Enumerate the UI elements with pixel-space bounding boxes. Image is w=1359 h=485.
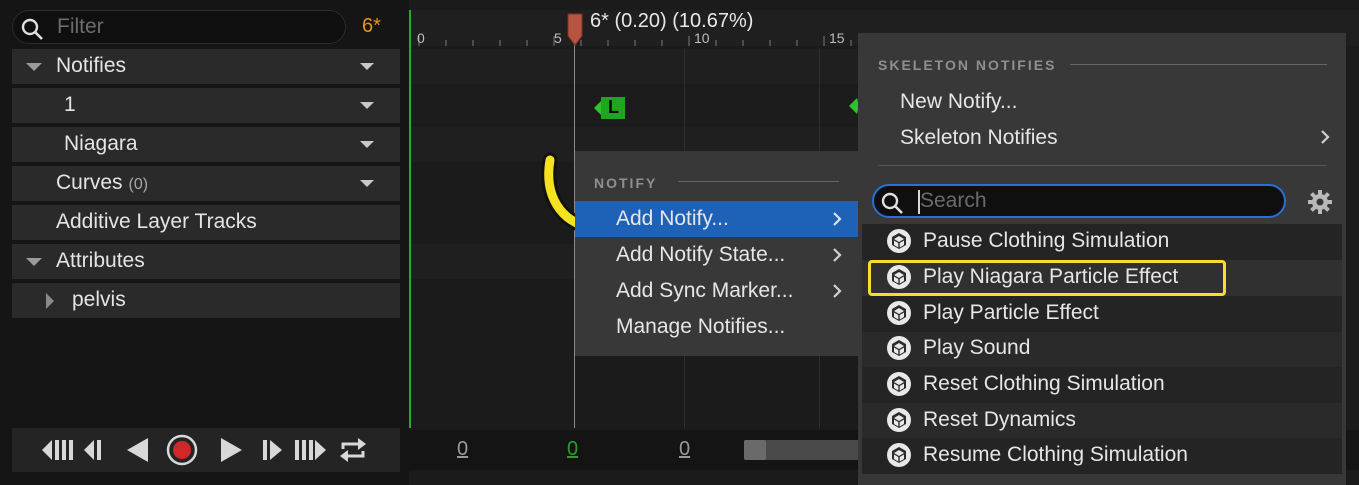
tick-label: 0 [417,30,425,46]
section-divider [878,165,1327,166]
chevron-right-icon [832,283,842,299]
notify-search-input[interactable]: Search [872,184,1286,218]
blueprint-class-icon [886,371,912,397]
section-divider [678,181,839,182]
skip-to-end-icon[interactable] [294,436,328,464]
collapse-arrow-icon[interactable] [26,63,42,71]
notify-context-menu: NOTIFY Add Notify... Add Notify State...… [575,151,858,356]
track-label: Additive Layer Tracks [56,210,257,233]
section-divider [1070,64,1327,65]
track-label: Attributes [56,249,145,272]
track-label: 1 [64,93,76,116]
track-additive-layers[interactable]: Additive Layer Tracks [12,205,400,240]
curve-count: (0) [128,176,149,193]
current-time-label: 6* (0.20) (10.67%) [590,10,754,32]
track-label: Curves [56,171,123,194]
record-icon[interactable] [166,434,198,466]
blueprint-class-icon [886,407,912,433]
notify-lane[interactable] [409,88,859,123]
list-item-play-sound[interactable]: Play Sound [862,331,1342,367]
dropdown-arrow-icon[interactable] [360,63,374,70]
track-label: Notifies [56,54,127,77]
list-item-reset-dynamics[interactable]: Reset Dynamics [862,403,1342,439]
current-frame[interactable]: 0 [567,438,578,461]
track-notify-1[interactable]: 1 [12,88,400,123]
play-icon[interactable] [217,436,245,464]
highlight-annotation [868,260,1226,296]
list-item-reset-clothing[interactable]: Reset Clothing Simulation [862,367,1342,403]
list-item-label: Reset Dynamics [923,408,1076,431]
menu-item-label: Add Notify State... [616,243,786,266]
filter-input[interactable]: Filter [12,10,346,44]
dropdown-arrow-icon[interactable] [360,102,374,109]
frame-count-badge: 6* [362,15,381,37]
menu-item-label: Manage Notifies... [616,315,786,338]
menu-item-add-notify-state[interactable]: Add Notify State... [575,237,858,273]
playhead-handle[interactable] [565,12,585,46]
play-reverse-icon[interactable] [124,436,152,464]
track-pelvis[interactable]: pelvis [12,283,400,318]
track-label: Niagara [64,132,138,155]
scrollbar-thumb[interactable] [744,440,766,460]
menu-item-label: Add Notify... [616,207,729,230]
menu-item-new-notify[interactable]: New Notify... [900,90,1017,114]
list-item-label: Play Sound [923,336,1031,359]
section-header: NOTIFY [594,175,658,191]
start-marker [409,10,411,428]
step-forward-icon[interactable] [260,436,286,464]
filter-placeholder: Filter [57,15,104,38]
list-item-label: Resume Clothing Simulation [923,443,1188,466]
timeline-scrollbar[interactable] [744,440,864,460]
list-item-resume-clothing[interactable]: Resume Clothing Simulation [862,438,1342,474]
track-attributes[interactable]: Attributes [12,244,400,279]
list-item-label: Pause Clothing Simulation [923,229,1170,252]
end-frame[interactable]: 0 [679,438,690,461]
chevron-right-icon [832,247,842,263]
notify-lane[interactable] [409,49,859,84]
tick-label: 15 [829,30,845,46]
track-curves[interactable]: Curves (0) [12,166,400,201]
expand-arrow-icon[interactable] [46,293,54,309]
search-placeholder: Search [920,189,987,212]
blueprint-class-icon [886,442,912,468]
menu-item-manage-notifies[interactable]: Manage Notifies... [575,309,858,345]
list-item-play-particle[interactable]: Play Particle Effect [862,296,1342,332]
list-item-label: Play Particle Effect [923,301,1099,324]
section-header: SKELETON NOTIFIES [878,57,1057,73]
chevron-right-icon [832,211,842,227]
gear-icon[interactable] [1306,188,1334,216]
track-label: pelvis [72,288,126,311]
search-icon [880,191,904,215]
menu-item-add-notify[interactable]: Add Notify... [575,201,858,237]
menu-item-label: Add Sync Marker... [616,279,794,302]
notify-event[interactable]: L [592,96,626,120]
search-icon [20,17,44,41]
notify-event-label: L [608,97,619,117]
menu-item-skeleton-notifies[interactable]: Skeleton Notifies [900,126,1058,150]
blueprint-class-icon [886,300,912,326]
dropdown-arrow-icon[interactable] [360,180,374,187]
chevron-right-icon [1320,129,1330,145]
track-notify-niagara[interactable]: Niagara [12,127,400,162]
step-back-icon[interactable] [82,436,108,464]
blueprint-class-icon [886,228,912,254]
collapse-arrow-icon[interactable] [26,258,42,266]
menu-item-add-sync-marker[interactable]: Add Sync Marker... [575,273,858,309]
track-notifies[interactable]: Notifies [12,49,400,84]
start-frame[interactable]: 0 [457,438,468,461]
dropdown-arrow-icon[interactable] [360,141,374,148]
loop-icon[interactable] [338,436,368,464]
list-item-label: Reset Clothing Simulation [923,372,1165,395]
tick-label: 5 [554,30,562,46]
transport-bar [12,428,400,472]
blueprint-class-icon [886,335,912,361]
skip-to-start-icon[interactable] [40,436,74,464]
list-item-pause-clothing[interactable]: Pause Clothing Simulation [862,224,1342,260]
